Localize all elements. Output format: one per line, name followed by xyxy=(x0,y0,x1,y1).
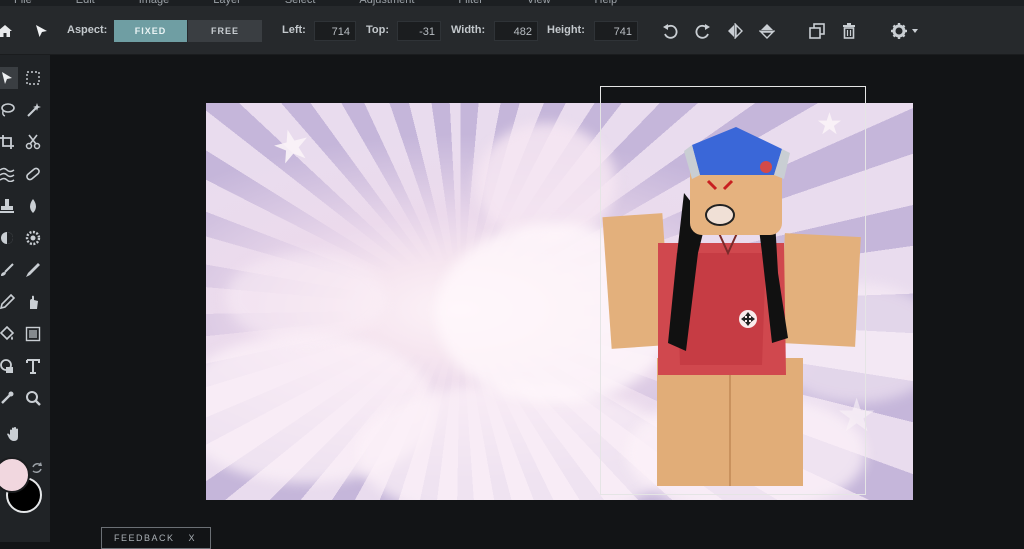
duplicate-icon[interactable] xyxy=(806,20,828,42)
burn-tool-icon[interactable] xyxy=(0,227,18,249)
aspect-fixed-button[interactable]: FIXED xyxy=(114,20,187,42)
trash-icon[interactable] xyxy=(838,20,860,42)
marquee-tool-icon[interactable] xyxy=(22,67,44,89)
bandage-tool-icon[interactable] xyxy=(22,163,44,185)
height-label: Height: xyxy=(547,24,585,36)
aspect-label: Aspect: xyxy=(67,24,108,36)
magic-wand-tool-icon[interactable] xyxy=(22,99,44,121)
selection-bounding-box[interactable] xyxy=(600,86,866,495)
width-label: Width: xyxy=(451,24,486,36)
smudge-tool-icon[interactable] xyxy=(22,291,44,313)
move-tool-icon[interactable] xyxy=(0,67,18,89)
left-input[interactable]: 714 xyxy=(314,21,356,41)
aspect-free-button[interactable]: FREE xyxy=(188,20,262,42)
tool-panel xyxy=(0,55,50,542)
blur-drop-tool-icon[interactable] xyxy=(22,195,44,217)
pencil-tool-icon[interactable] xyxy=(0,291,18,313)
pen-tool-icon[interactable] xyxy=(22,259,44,281)
eyedropper-tool-icon[interactable] xyxy=(0,387,18,409)
width-input[interactable]: 482 xyxy=(494,21,538,41)
crop-tool-icon[interactable] xyxy=(0,131,18,153)
zoom-tool-icon[interactable] xyxy=(22,387,44,409)
top-input[interactable]: -31 xyxy=(397,21,441,41)
home-icon[interactable] xyxy=(0,20,16,42)
shape-tool-icon[interactable] xyxy=(0,355,18,377)
text-tool-icon[interactable] xyxy=(22,355,44,377)
brush-tool-icon[interactable] xyxy=(0,259,18,281)
stamp-tool-icon[interactable] xyxy=(0,195,18,217)
lasso-tool-icon[interactable] xyxy=(0,99,18,121)
height-input[interactable]: 741 xyxy=(594,21,638,41)
top-label: Top: xyxy=(366,24,390,36)
scissors-tool-icon[interactable] xyxy=(22,131,44,153)
sponge-tool-icon[interactable] xyxy=(22,227,44,249)
flip-vertical-icon[interactable] xyxy=(756,20,778,42)
options-toolbar: Aspect: FIXED FREE Left: 714 Top: -31 Wi… xyxy=(0,6,1024,55)
arrow-pointer-icon[interactable] xyxy=(30,20,52,42)
flip-horizontal-icon[interactable] xyxy=(724,20,746,42)
liquify-tool-icon[interactable] xyxy=(0,163,18,185)
gear-icon[interactable] xyxy=(888,20,922,42)
gradient-tool-icon[interactable] xyxy=(22,323,44,345)
undo-icon[interactable] xyxy=(659,20,681,42)
feedback-button[interactable]: FEEDBACK X xyxy=(101,527,211,549)
fill-bucket-tool-icon[interactable] xyxy=(0,323,18,345)
left-label: Left: xyxy=(282,24,306,36)
hand-tool-icon[interactable] xyxy=(4,423,26,445)
redo-icon[interactable] xyxy=(692,20,714,42)
